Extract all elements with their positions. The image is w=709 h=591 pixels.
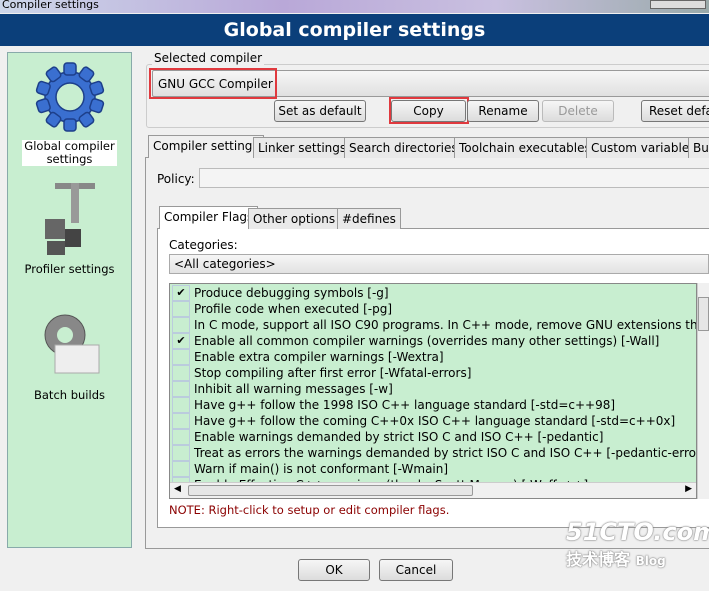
flag-label: Enable all common compiler warnings (ove… — [194, 334, 660, 348]
caliper-icon — [44, 183, 95, 255]
flag-item[interactable]: Have g++ follow the 1998 ISO C++ languag… — [170, 397, 696, 413]
tab-compiler-settings[interactable]: Compiler settings — [148, 135, 264, 158]
horizontal-scrollbar[interactable]: ◀ ▶ — [170, 482, 696, 498]
sidebar-item-label: Profiler settings — [24, 262, 115, 276]
categories-select-value: <All categories> — [174, 257, 276, 271]
set-default-button[interactable]: Set as default — [274, 100, 366, 122]
sidebar-item-global-compiler[interactable]: Global compiler settings — [8, 57, 131, 166]
checkbox[interactable] — [172, 413, 190, 429]
vertical-scrollbar[interactable] — [697, 283, 709, 499]
checkbox[interactable] — [172, 397, 190, 413]
window-controls[interactable] — [650, 0, 706, 9]
flag-label: Treat as errors the warnings demanded by… — [194, 446, 697, 460]
subtab-bar: Compiler Flags Other options #defines — [157, 206, 557, 229]
flag-item[interactable]: Stop compiling after first error [-Wfata… — [170, 365, 696, 381]
scroll-left-icon[interactable]: ◀ — [174, 484, 181, 494]
sidebar-item-batch-builds[interactable]: Batch builds — [8, 305, 131, 402]
policy-label: Policy: — [157, 172, 195, 186]
flag-label: Have g++ follow the coming C++0x ISO C++… — [194, 414, 676, 428]
gear-icon — [34, 62, 105, 132]
policy-select[interactable] — [199, 168, 709, 188]
tab-other-options[interactable]: Other options — [248, 208, 341, 229]
gear-stack-icon — [44, 314, 99, 374]
tab-bar: Compiler settings Linker settings Search… — [145, 135, 709, 158]
tab-toolchain-executables[interactable]: Toolchain executables — [454, 137, 596, 158]
tab-defines[interactable]: #defines — [337, 208, 401, 229]
tab-compiler-flags[interactable]: Compiler Flags — [159, 206, 259, 229]
flag-item[interactable]: In C mode, support all ISO C90 programs.… — [170, 317, 696, 333]
flag-label: Have g++ follow the 1998 ISO C++ languag… — [194, 398, 616, 412]
flag-item[interactable]: ✔ Enable all common compiler warnings (ov… — [170, 333, 696, 349]
watermark-blog: Blog — [635, 554, 666, 568]
checkbox[interactable] — [172, 381, 190, 397]
watermark-logo: 51CTO.com 技术博客 Blog — [566, 518, 709, 570]
ok-button[interactable]: OK — [298, 559, 370, 581]
flag-label: Inhibit all warning messages [-w] — [194, 382, 393, 396]
flag-item[interactable]: Enable warnings demanded by strict ISO C… — [170, 429, 696, 445]
flag-item[interactable]: Warn if main() is not conformant [-Wmain… — [170, 461, 696, 477]
sidebar-item-label: Batch builds — [34, 388, 105, 402]
scrollbar-thumb[interactable] — [188, 485, 473, 496]
sidebar-item-profiler[interactable]: Profiler settings — [8, 179, 131, 276]
flag-item[interactable]: Have g++ follow the coming C++0x ISO C++… — [170, 413, 696, 429]
tab-linker-settings[interactable]: Linker settings — [253, 137, 352, 158]
checkbox[interactable] — [172, 301, 190, 317]
scroll-right-icon[interactable]: ▶ — [685, 484, 692, 494]
checkbox[interactable]: ✔ — [172, 285, 190, 301]
categories-select[interactable]: <All categories> — [169, 254, 709, 274]
watermark-sub: 技术博客 — [566, 550, 631, 569]
checkbox[interactable] — [172, 317, 190, 333]
flag-item[interactable]: Treat as errors the warnings demanded by… — [170, 445, 696, 461]
highlight-box — [149, 68, 277, 99]
flag-label: Stop compiling after first error [-Wfata… — [194, 366, 472, 380]
flag-item[interactable]: Enable extra compiler warnings [-Wextra] — [170, 349, 696, 365]
flag-label: Enable extra compiler warnings [-Wextra] — [194, 350, 444, 364]
flag-item[interactable]: ✔ Produce debugging symbols [-g] — [170, 285, 696, 301]
flag-label: Produce debugging symbols [-g] — [194, 286, 389, 300]
note-text: NOTE: Right-click to setup or edit compi… — [169, 503, 450, 517]
categories-label: Categories: — [169, 238, 238, 252]
checkbox[interactable] — [172, 445, 190, 461]
cancel-button[interactable]: Cancel — [379, 559, 453, 581]
sidebar-item-label: Global compiler settings — [22, 140, 117, 166]
selected-compiler-label: Selected compiler — [152, 51, 265, 65]
tab-custom-variables[interactable]: Custom variables — [586, 137, 701, 158]
sidebar: Global compiler settings Profiler settin… — [7, 52, 132, 548]
checkbox[interactable] — [172, 349, 190, 365]
checkbox[interactable] — [172, 365, 190, 381]
rename-button[interactable]: Rename — [467, 100, 539, 122]
page-title: Global compiler settings — [0, 14, 709, 46]
watermark-text: 51CTO.com — [566, 518, 709, 546]
checkbox[interactable] — [172, 461, 190, 477]
checkbox[interactable]: ✔ — [172, 333, 190, 349]
flag-label: In C mode, support all ISO C90 programs.… — [194, 318, 697, 332]
highlight-box — [389, 97, 469, 124]
flag-item[interactable]: Inhibit all warning messages [-w] — [170, 381, 696, 397]
flag-label: Enable warnings demanded by strict ISO C… — [194, 430, 604, 444]
reset-defaults-button[interactable]: Reset defa — [641, 100, 709, 122]
compiler-flags-list: ✔ Produce debugging symbols [-g] Profile c… — [169, 283, 697, 499]
flag-label: Profile code when executed [-pg] — [194, 302, 393, 316]
flag-item[interactable]: Profile code when executed [-pg] — [170, 301, 696, 317]
window-titlebar: Compiler settings — [0, 0, 709, 13]
delete-button[interactable]: Delete — [542, 100, 614, 122]
tab-search-directories[interactable]: Search directories — [344, 137, 463, 158]
flag-label: Warn if main() is not conformant [-Wmain… — [194, 462, 449, 476]
window-title: Compiler settings — [2, 0, 99, 11]
scrollbar-thumb[interactable] — [698, 297, 709, 331]
tab-more[interactable]: Bui — [688, 137, 709, 158]
checkbox[interactable] — [172, 429, 190, 445]
